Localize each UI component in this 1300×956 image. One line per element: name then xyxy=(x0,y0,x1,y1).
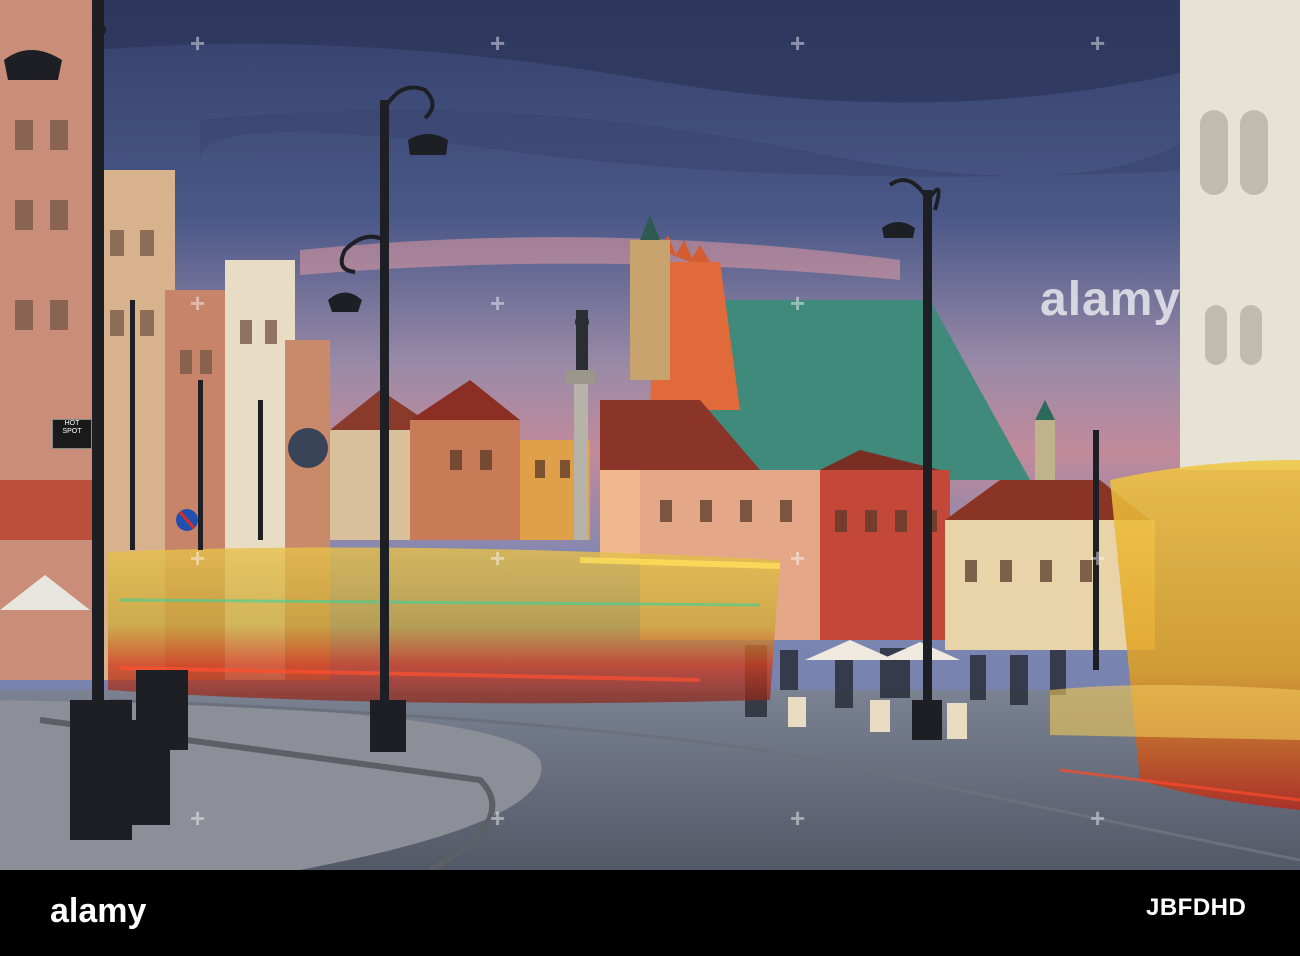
footer-bar xyxy=(0,870,1300,956)
hotspot-sign-line2: SPOT xyxy=(62,428,82,435)
svg-text:alamy: alamy xyxy=(50,892,146,930)
watermark-plus: + xyxy=(190,288,206,318)
watermark-plus: + xyxy=(1090,803,1106,833)
watermark-plus: + xyxy=(190,543,206,573)
watermark-plus: + xyxy=(190,803,206,833)
watermark-plus: + xyxy=(1090,28,1106,58)
watermark-plus: + xyxy=(790,288,806,318)
old-town-square-photo xyxy=(0,0,1300,870)
watermark-plus: + xyxy=(790,28,806,58)
watermark-plus: + xyxy=(790,803,806,833)
image-id: JBFDHD xyxy=(1146,894,1247,921)
alamy-logo[interactable]: alamy xyxy=(50,890,160,934)
watermark-plus: + xyxy=(490,288,506,318)
watermark-plus: + xyxy=(490,28,506,58)
hotspot-sign-line1: HOT xyxy=(64,420,80,427)
photo-frame: HOT SPOT alamy + + + + + + + + + + + + +… xyxy=(0,0,1300,956)
watermark-plus: + xyxy=(190,28,206,58)
watermark-plus: + xyxy=(790,543,806,573)
watermark-plus: + xyxy=(1090,543,1106,573)
watermark-plus: + xyxy=(490,803,506,833)
hotspot-sign: HOT SPOT xyxy=(52,419,92,449)
watermark-plus: + xyxy=(490,543,506,573)
